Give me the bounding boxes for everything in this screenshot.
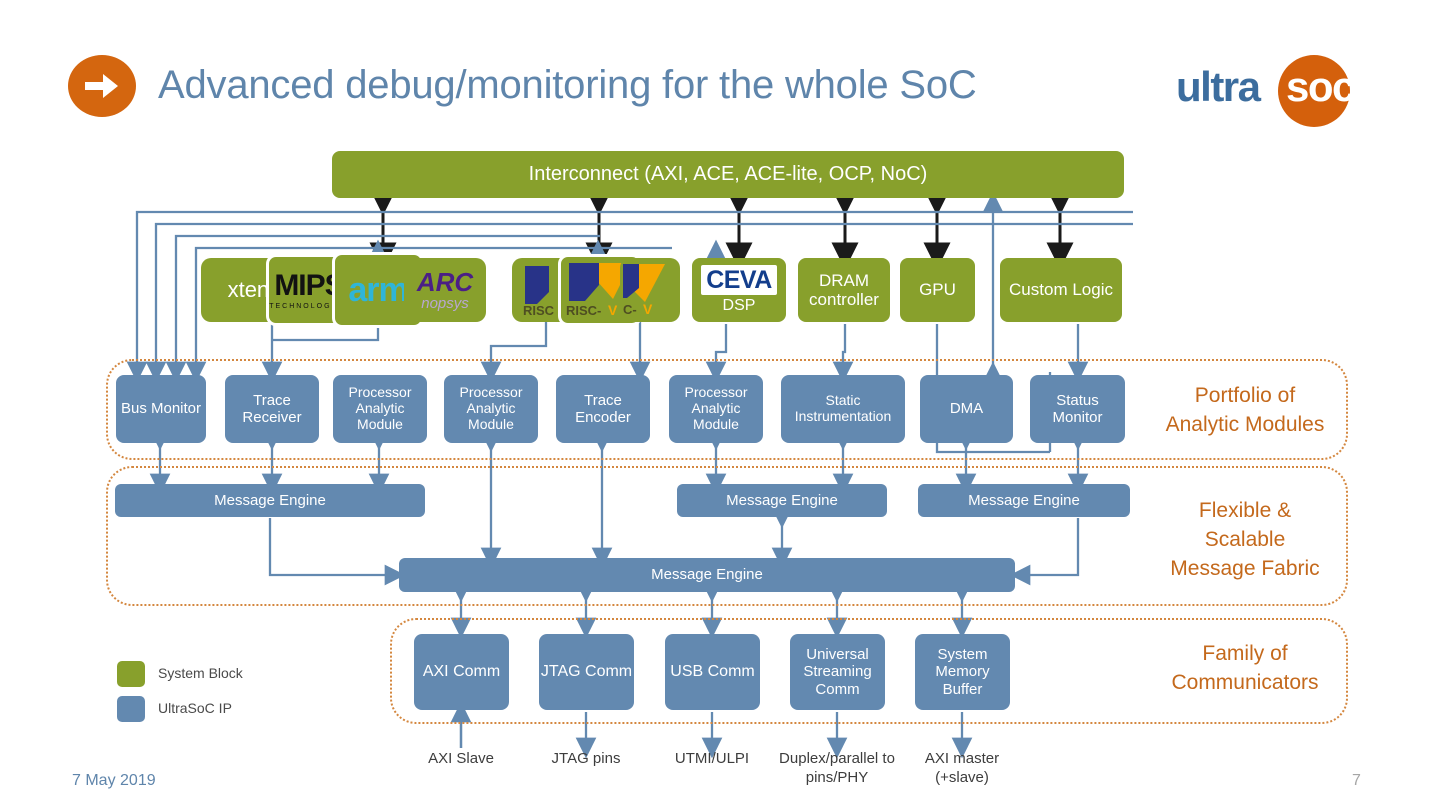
legend-swatch-ultrasoc-ip [117, 696, 145, 722]
static-instrumentation-block: Static Instrumentation [781, 375, 905, 443]
system-memory-buffer-block: System Memory Buffer [915, 634, 1010, 710]
ultrasoc-logo: ultra soc [1176, 55, 1376, 127]
arrow-bullet-icon [68, 55, 136, 117]
axi-comm-block: AXI Comm [414, 634, 509, 710]
custom-logic-label: Custom Logic [1009, 280, 1113, 300]
io-label-utmi-ulpi: UTMI/ULPI [674, 750, 750, 767]
legend-label-system-block: System Block [158, 665, 243, 681]
legend-label-ultrasoc-ip: UltraSoC IP [158, 700, 232, 716]
ceva-dsp-label: DSP [722, 296, 756, 314]
processor-analytic-module-block-1: Processor Analytic Module [333, 375, 427, 443]
ceva-logo: CEVA [701, 265, 777, 295]
footer-page-number: 7 [1352, 772, 1361, 789]
io-label-duplex-parallel: Duplex/parallel to pins/PHY [779, 750, 895, 786]
gpu-block: GPU [900, 258, 975, 322]
logo-word-soc: soc [1286, 63, 1355, 110]
usb-comm-block: USB Comm [665, 634, 760, 710]
dma-block: DMA [920, 375, 1013, 443]
message-fabric-group-label: Flexible & Scalable Message Fabric [1170, 499, 1320, 580]
svg-text:RISC: RISC [523, 303, 555, 318]
message-engine-mid: Message Engine [677, 484, 887, 517]
ceva-dsp-block: CEVA DSP [692, 258, 786, 322]
processor-analytic-module-block-3: Processor Analytic Module [669, 375, 763, 443]
footer-date: 7 May 2019 [72, 772, 156, 789]
io-label-axi-slave: AXI Slave [428, 750, 494, 767]
interconnect-block: Interconnect (AXI, ACE, ACE-lite, OCP, N… [332, 151, 1124, 198]
custom-logic-block: Custom Logic [1000, 258, 1122, 322]
svg-text:V: V [608, 302, 618, 318]
processor-analytic-module-block-2: Processor Analytic Module [444, 375, 538, 443]
trace-receiver-block: Trace Receiver [225, 375, 319, 443]
io-label-jtag-pins: JTAG pins [551, 750, 621, 767]
arc-synopsys-logo-tile: ARC nopsys [404, 258, 486, 322]
communicators-group-label: Family of Communicators [1171, 642, 1319, 694]
universal-streaming-comm-block: Universal Streaming Comm [790, 634, 885, 710]
riscv-logo-tile-3: C- V [620, 258, 680, 322]
arc-wordmark: ARC [416, 267, 474, 297]
svg-text:C-: C- [623, 302, 637, 317]
svg-text:RISC-: RISC- [566, 303, 601, 318]
legend-swatch-system-block [117, 661, 145, 687]
dram-controller-block: DRAM controller [798, 258, 890, 322]
svg-text:V: V [643, 301, 653, 317]
page-title: Advanced debug/monitoring for the whole … [158, 63, 977, 107]
dram-controller-label: DRAM controller [809, 270, 879, 309]
arm-wordmark: arm [348, 270, 408, 309]
interconnect-label: Interconnect (AXI, ACE, ACE-lite, OCP, N… [528, 163, 928, 186]
gpu-label: GPU [919, 280, 956, 300]
message-engine-left: Message Engine [115, 484, 425, 517]
jtag-comm-block: JTAG Comm [539, 634, 634, 710]
analytic-modules-group-label: Portfolio of Analytic Modules [1165, 384, 1325, 436]
io-label-axi-master: AXI master (+slave) [924, 750, 1000, 786]
message-engine-central: Message Engine [399, 558, 1015, 592]
slide-canvas: Advanced debug/monitoring for the whole … [0, 0, 1438, 806]
logo-word-ultra: ultra [1176, 63, 1261, 110]
synopsys-wordmark: nopsys [421, 295, 469, 312]
trace-encoder-block: Trace Encoder [556, 375, 650, 443]
status-monitor-block: Status Monitor [1030, 375, 1125, 443]
bus-monitor-block: Bus Monitor [116, 375, 206, 443]
message-engine-right: Message Engine [918, 484, 1130, 517]
